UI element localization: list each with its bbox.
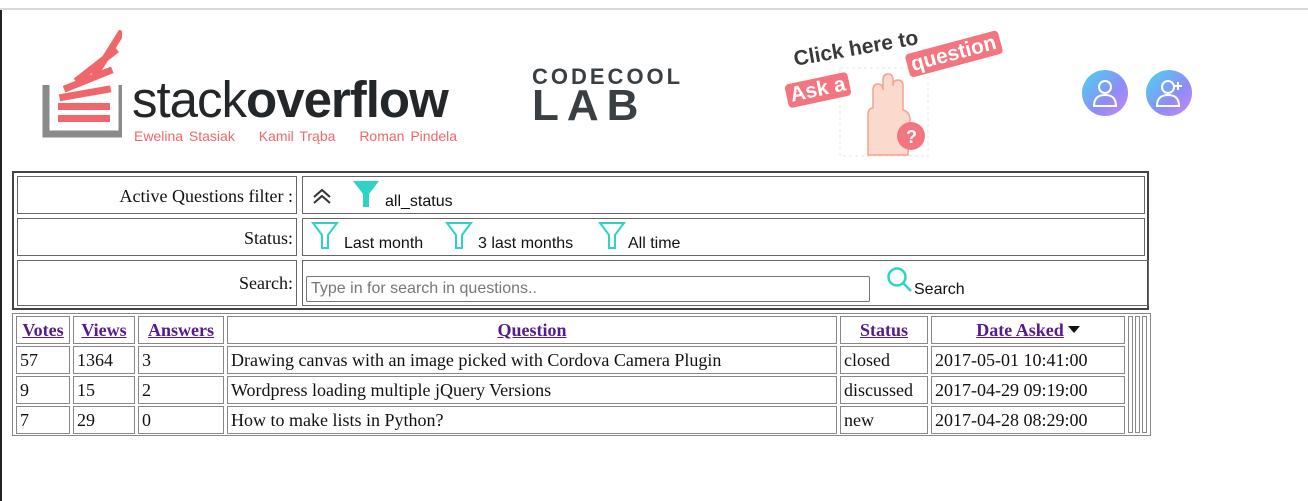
cell-status: discussed	[840, 376, 928, 404]
filter-icon	[445, 222, 473, 249]
search-icon	[887, 267, 912, 292]
sort-desc-icon	[1067, 326, 1080, 334]
cell-votes: 57	[16, 346, 70, 374]
header-date-asked: Date Asked	[931, 316, 1125, 344]
cell-question[interactable]: Wordpress loading multiple jQuery Versio…	[227, 376, 837, 404]
cell-date: 2017-04-29 09:19:00	[931, 376, 1125, 404]
author-name: Ewelina Stasiak	[134, 128, 235, 144]
ask-question-text: question	[904, 30, 1003, 78]
questions-table: Votes Views Answers Question Status Date…	[12, 313, 1151, 436]
sort-status-link[interactable]: Status	[860, 320, 908, 340]
cell-question[interactable]: Drawing canvas with an image picked with…	[227, 346, 837, 374]
filters-table: Active Questions filter : all_status Sta…	[12, 171, 1149, 310]
author-name: Kamil Trąba	[258, 128, 336, 144]
status-option-label: All time	[628, 235, 681, 252]
header-views: Views	[73, 316, 135, 344]
user-icon[interactable]	[1082, 70, 1128, 116]
status-filter-all-time[interactable]: All time	[598, 221, 693, 255]
ask-question-button[interactable]: ? Click here to Ask a question	[778, 26, 1033, 160]
status-filter-options: Last month 3 last months All time	[302, 218, 1145, 256]
lab-wordmark: LAB	[532, 81, 647, 130]
active-filter-value-cell: all_status	[302, 176, 1145, 214]
search-cell: Search	[302, 260, 1149, 306]
active-filter-row: Active Questions filter : all_status	[17, 176, 1145, 216]
status-option-label: 3 last months	[478, 235, 574, 252]
add-user-icon[interactable]	[1146, 70, 1192, 116]
status-filter-label: Status:	[17, 218, 297, 256]
codecool-lab-logo[interactable]: CODECOOL LAB	[532, 66, 717, 128]
cell-views: 29	[73, 406, 135, 434]
stackoverflow-stack-icon	[42, 30, 122, 138]
search-label: Search:	[17, 260, 297, 306]
stackoverflow-logo[interactable]: stackoverflow Ewelina Stasiak Kamil Trąb…	[42, 30, 512, 148]
empty-column	[1135, 316, 1140, 433]
cell-answers: 2	[138, 376, 224, 404]
status-filter-3-last-months[interactable]: 3 last months	[445, 221, 580, 255]
collapse-chevron-icon[interactable]	[311, 187, 333, 205]
header-answers: Answers	[138, 316, 224, 344]
logo-word-light: stack	[132, 71, 247, 128]
empty-column	[1142, 316, 1147, 433]
stackoverflow-wordmark: stackoverflow	[132, 71, 449, 128]
cell-status: closed	[840, 346, 928, 374]
sort-question-link[interactable]: Question	[497, 320, 566, 340]
cell-status: new	[840, 406, 928, 434]
cell-views: 15	[73, 376, 135, 404]
author-name: Roman Pindela	[359, 128, 458, 144]
search-button-label: Search	[914, 281, 965, 298]
active-filter-label: Active Questions filter :	[17, 176, 297, 214]
cell-answers: 0	[138, 406, 224, 434]
status-filter-last-month[interactable]: Last month	[311, 221, 431, 255]
filter-active-icon	[353, 181, 379, 207]
header-question: Question	[227, 316, 837, 344]
page-header: stackoverflow Ewelina Stasiak Kamil Trąb…	[0, 0, 1308, 170]
header-status: Status	[840, 316, 928, 344]
status-filter-row: Status: Last month 3 last months All tim…	[17, 218, 1145, 258]
cell-votes: 7	[16, 406, 70, 434]
active-filter-value: all_status	[385, 193, 453, 210]
cell-date: 2017-05-01 10:41:00	[931, 346, 1125, 374]
header-votes: Votes	[16, 316, 70, 344]
cell-answers: 3	[138, 346, 224, 374]
status-option-label: Last month	[344, 235, 424, 252]
svg-text:?: ?	[906, 127, 917, 147]
filter-icon	[311, 222, 339, 249]
sort-answers-link[interactable]: Answers	[148, 320, 214, 340]
sort-date-link[interactable]: Date Asked	[976, 320, 1064, 340]
sort-views-link[interactable]: Views	[81, 320, 126, 340]
cell-date: 2017-04-28 08:29:00	[931, 406, 1125, 434]
cell-views: 1364	[73, 346, 135, 374]
logo-authors: Ewelina Stasiak Kamil Trąba Roman Pindel…	[134, 128, 475, 144]
logo-word-bold: overflow	[246, 71, 449, 128]
cell-question[interactable]: How to make lists in Python?	[227, 406, 837, 434]
search-row: Search: Search	[17, 260, 1149, 306]
empty-column	[1128, 316, 1133, 433]
cell-votes: 9	[16, 376, 70, 404]
filter-icon	[598, 222, 626, 249]
search-input[interactable]	[306, 276, 870, 302]
sort-votes-link[interactable]: Votes	[22, 320, 63, 340]
